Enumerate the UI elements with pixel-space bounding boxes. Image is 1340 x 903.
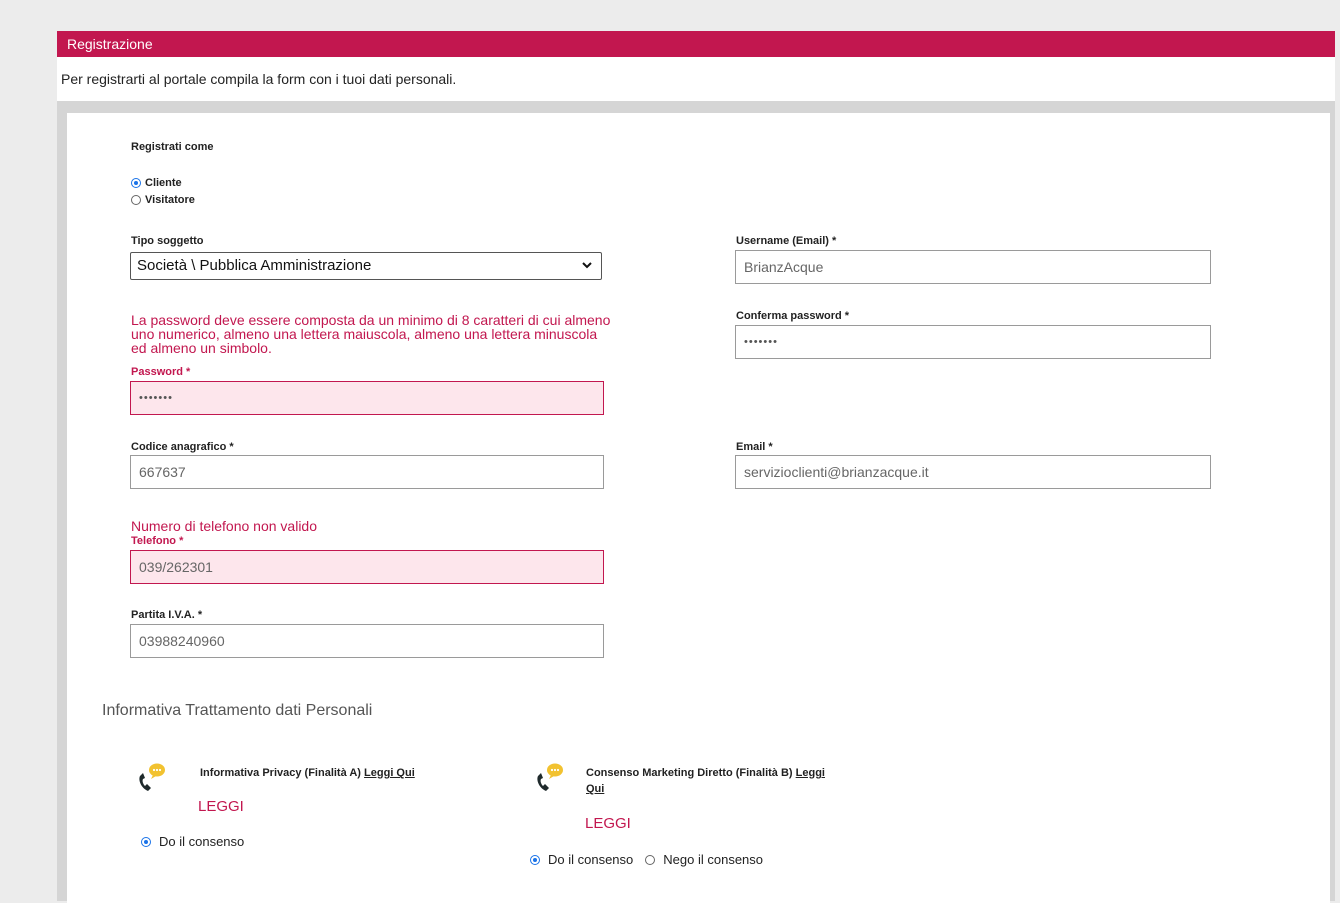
privacy-consent-text: Informativa Privacy (Finalità A) Leggi Q… (200, 765, 415, 781)
radio-visitatore-label: Visitatore (145, 194, 195, 206)
password-label: Password * (131, 366, 191, 378)
telefono-input[interactable]: 039/262301 (130, 550, 604, 584)
privacy-consent-radio[interactable] (141, 836, 151, 847)
confirm-password-input[interactable]: ••••••• (735, 325, 1211, 359)
chevron-down-icon (582, 262, 592, 269)
marketing-leggi-link[interactable]: LEGGI (585, 815, 631, 832)
radio-cliente-label: Cliente (145, 177, 182, 189)
email-input[interactable]: servizioclienti@brianzacque.it (735, 455, 1211, 489)
marketing-consent-yes-label: Do il consenso (548, 852, 634, 867)
marketing-consent-options: Do il consenso Nego il consenso (530, 852, 763, 867)
privacy-consent-label: Informativa Privacy (Finalità A) (200, 767, 361, 779)
username-input[interactable]: BrianzAcque (735, 250, 1211, 284)
radio-cliente[interactable]: Cliente (131, 177, 182, 189)
marketing-consent-label: Consenso Marketing Diretto (Finalità B) (586, 767, 793, 779)
marketing-consent-yes-radio[interactable] (530, 854, 540, 865)
radio-cliente-control[interactable] (131, 178, 141, 188)
marketing-consent-no-radio[interactable] (645, 854, 656, 865)
password-requirements-message: La password deve essere composta da un m… (131, 312, 611, 356)
password-input[interactable]: ••••••• (130, 381, 604, 415)
partita-iva-label: Partita I.V.A. * (131, 609, 203, 621)
radio-visitatore-control[interactable] (131, 195, 141, 205)
register-as-label: Registrati come (131, 141, 214, 153)
registration-form: Registrati come Cliente Visitatore Tipo … (67, 113, 1330, 903)
marketing-read-link-part1: Leggi (795, 767, 825, 779)
marketing-read-link-part2: Qui (586, 783, 605, 795)
privacy-read-link[interactable]: Leggi Qui (364, 767, 415, 779)
phone-chat-icon (537, 763, 563, 791)
radio-visitatore[interactable]: Visitatore (131, 194, 195, 206)
privacy-leggi-link[interactable]: LEGGI (198, 798, 244, 815)
codice-anagrafico-label: Codice anagrafico * (131, 441, 234, 453)
page-title: Registrazione (67, 36, 153, 52)
intro-text: Per registrarti al portale compila la fo… (57, 57, 1335, 101)
username-label: Username (Email) * (736, 235, 837, 247)
phone-chat-icon (139, 763, 165, 791)
privacy-consent-option-label: Do il consenso (159, 834, 245, 849)
privacy-consent-option[interactable]: Do il consenso (141, 834, 244, 849)
tipo-soggetto-value: Società \ Pubblica Amministrazione (137, 257, 372, 274)
marketing-consent-text: Consenso Marketing Diretto (Finalità B) … (586, 765, 876, 797)
phone-error-message: Numero di telefono non valido (131, 518, 318, 534)
telefono-label: Telefono * (131, 535, 184, 547)
marketing-consent-no-label: Nego il consenso (663, 852, 764, 867)
codice-anagrafico-input[interactable]: 667637 (130, 455, 604, 489)
email-label: Email * (736, 441, 773, 453)
tipo-soggetto-label: Tipo soggetto (131, 235, 204, 247)
partita-iva-input[interactable]: 03988240960 (130, 624, 604, 658)
page-header: Registrazione (57, 31, 1335, 57)
confirm-password-label: Conferma password * (736, 310, 850, 322)
privacy-section-title: Informativa Trattamento dati Personali (102, 702, 373, 719)
tipo-soggetto-select[interactable]: Società \ Pubblica Amministrazione (130, 252, 602, 280)
